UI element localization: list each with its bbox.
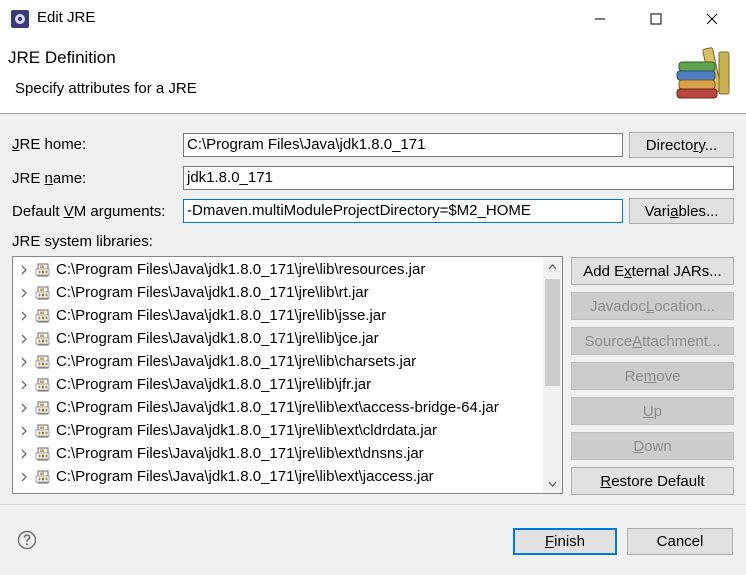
footer-divider bbox=[0, 504, 746, 505]
system-libraries-label: JRE system libraries: bbox=[12, 233, 153, 250]
list-item[interactable]: C:\Program Files\Java\jdk1.8.0_171\jre\l… bbox=[13, 350, 543, 373]
list-item[interactable]: C:\Program Files\Java\jdk1.8.0_171\jre\l… bbox=[13, 465, 543, 488]
jar-file-icon bbox=[35, 378, 50, 391]
up-button[interactable]: Up bbox=[571, 397, 734, 425]
chevron-right-icon[interactable] bbox=[19, 379, 29, 391]
scroll-up-button[interactable] bbox=[543, 257, 562, 276]
vertical-scrollbar[interactable] bbox=[543, 257, 562, 493]
list-item-label: C:\Program Files\Java\jdk1.8.0_171\jre\l… bbox=[56, 330, 379, 347]
jre-home-label: JRE home: bbox=[12, 136, 87, 153]
jar-file-icon bbox=[35, 332, 50, 345]
cancel-button[interactable]: Cancel bbox=[627, 528, 733, 555]
library-tree[interactable]: C:\Program Files\Java\jdk1.8.0_171\jre\l… bbox=[12, 256, 563, 494]
jar-file-icon bbox=[35, 309, 50, 322]
eclipse-gear-icon bbox=[11, 10, 29, 28]
jar-file-icon bbox=[35, 263, 50, 276]
window-title: Edit JRE bbox=[37, 9, 96, 26]
close-button[interactable] bbox=[689, 0, 735, 38]
dialog-header: JRE Definition Specify attributes for a … bbox=[0, 38, 746, 114]
scroll-down-button[interactable] bbox=[543, 474, 562, 493]
chevron-right-icon[interactable] bbox=[19, 264, 29, 276]
scroll-thumb[interactable] bbox=[545, 279, 560, 386]
chevron-right-icon[interactable] bbox=[19, 310, 29, 322]
chevron-right-icon[interactable] bbox=[19, 471, 29, 483]
page-description: Specify attributes for a JRE bbox=[15, 80, 197, 97]
list-item[interactable]: C:\Program Files\Java\jdk1.8.0_171\jre\l… bbox=[13, 419, 543, 442]
finish-button[interactable]: Finish bbox=[513, 528, 617, 555]
title-bar: Edit JRE bbox=[0, 0, 746, 38]
library-books-icon bbox=[676, 47, 730, 99]
vm-arguments-label: Default VM arguments: bbox=[12, 203, 166, 220]
list-item[interactable]: C:\Program Files\Java\jdk1.8.0_171\jre\l… bbox=[13, 442, 543, 465]
list-item[interactable]: C:\Program Files\Java\jdk1.8.0_171\jre\l… bbox=[13, 327, 543, 350]
remove-button[interactable]: Re m ove bbox=[571, 362, 734, 390]
down-button[interactable]: Down bbox=[571, 432, 734, 460]
jar-file-icon bbox=[35, 286, 50, 299]
list-item-label: C:\Program Files\Java\jdk1.8.0_171\jre\l… bbox=[56, 422, 438, 439]
list-item-label: C:\Program Files\Java\jdk1.8.0_171\jre\l… bbox=[56, 284, 369, 301]
chevron-up-icon bbox=[548, 263, 557, 269]
maximize-icon bbox=[650, 13, 662, 25]
jar-file-icon bbox=[35, 355, 50, 368]
list-item-label: C:\Program Files\Java\jdk1.8.0_171\jre\l… bbox=[56, 445, 424, 462]
directory-button[interactable]: Directo r y... bbox=[629, 132, 734, 158]
chevron-right-icon[interactable] bbox=[19, 356, 29, 368]
minimize-button[interactable] bbox=[577, 0, 623, 38]
help-icon[interactable] bbox=[17, 530, 37, 550]
list-item[interactable]: C:\Program Files\Java\jdk1.8.0_171\jre\l… bbox=[13, 373, 543, 396]
list-item[interactable]: C:\Program Files\Java\jdk1.8.0_171\jre\l… bbox=[13, 396, 543, 419]
jre-name-input[interactable]: jdk1.8.0_171 bbox=[183, 166, 734, 190]
list-item-label: C:\Program Files\Java\jdk1.8.0_171\jre\l… bbox=[56, 399, 499, 416]
javadoc-location-button[interactable]: Javadoc Location... bbox=[571, 292, 734, 320]
jar-file-icon bbox=[35, 470, 50, 483]
chevron-right-icon[interactable] bbox=[19, 333, 29, 345]
chevron-down-icon bbox=[548, 481, 557, 487]
jar-file-icon bbox=[35, 424, 50, 437]
list-item[interactable]: C:\Program Files\Java\jdk1.8.0_171\jre\l… bbox=[13, 304, 543, 327]
chevron-right-icon[interactable] bbox=[19, 425, 29, 437]
maximize-button[interactable] bbox=[633, 0, 679, 38]
variables-button[interactable]: Vari a bles... bbox=[629, 198, 734, 224]
chevron-right-icon[interactable] bbox=[19, 402, 29, 414]
minimize-icon bbox=[595, 18, 605, 20]
page-title: JRE Definition bbox=[8, 48, 116, 67]
close-icon bbox=[706, 13, 718, 25]
jre-home-input[interactable]: C:\Program Files\Java\jdk1.8.0_171 bbox=[183, 133, 623, 157]
list-item[interactable]: C:\Program Files\Java\jdk1.8.0_171\jre\l… bbox=[13, 258, 543, 281]
chevron-right-icon[interactable] bbox=[19, 448, 29, 460]
jar-file-icon bbox=[35, 401, 50, 414]
list-item-partial[interactable] bbox=[13, 488, 543, 493]
list-item-label: C:\Program Files\Java\jdk1.8.0_171\jre\l… bbox=[56, 307, 387, 324]
source-attachment-button[interactable]: Source Attachment... bbox=[571, 327, 734, 355]
list-item-label: C:\Program Files\Java\jdk1.8.0_171\jre\l… bbox=[56, 468, 434, 485]
list-item-label: C:\Program Files\Java\jdk1.8.0_171\jre\l… bbox=[56, 353, 417, 370]
add-external-jars-button[interactable]: Add Ex ternal JARs... bbox=[571, 257, 734, 285]
vm-arguments-input[interactable]: -Dmaven.multiModuleProjectDirectory=$M2_… bbox=[183, 199, 623, 223]
jre-name-label: JRE name: bbox=[12, 170, 87, 187]
list-item[interactable]: C:\Program Files\Java\jdk1.8.0_171\jre\l… bbox=[13, 281, 543, 304]
restore-default-button[interactable]: Restore Default bbox=[571, 467, 734, 495]
chevron-right-icon[interactable] bbox=[19, 287, 29, 299]
list-item-label: C:\Program Files\Java\jdk1.8.0_171\jre\l… bbox=[56, 261, 426, 278]
list-item-label: C:\Program Files\Java\jdk1.8.0_171\jre\l… bbox=[56, 376, 372, 393]
jar-file-icon bbox=[35, 447, 50, 460]
